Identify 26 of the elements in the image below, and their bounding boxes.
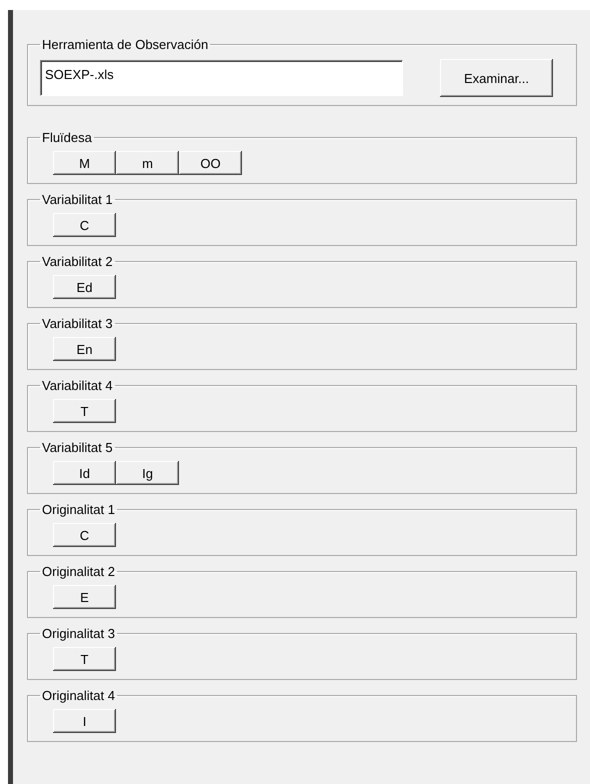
group-title: Originalitat 4 xyxy=(41,688,116,703)
code-button[interactable]: Id xyxy=(53,461,116,485)
group-title: Fluïdesa xyxy=(41,130,93,145)
group-title: Herramienta de Observación xyxy=(41,37,210,52)
code-button[interactable]: En xyxy=(53,337,116,361)
group-title: Variabilitat 4 xyxy=(41,378,114,393)
group-title: Originalitat 3 xyxy=(41,626,116,641)
code-button[interactable]: E xyxy=(53,585,116,609)
code-button[interactable]: C xyxy=(53,523,116,547)
code-button[interactable]: T xyxy=(53,647,116,671)
code-button[interactable]: I xyxy=(53,709,116,733)
group-title: Variabilitat 3 xyxy=(41,316,114,331)
group-title: Variabilitat 1 xyxy=(41,192,114,207)
code-button[interactable]: T xyxy=(53,399,116,423)
file-field[interactable]: SOEXP-.xls xyxy=(40,60,403,96)
code-button[interactable]: Ed xyxy=(53,275,116,299)
code-button[interactable]: OO xyxy=(179,151,242,175)
code-button[interactable]: Ig xyxy=(116,461,179,485)
code-button[interactable]: M xyxy=(53,151,116,175)
code-button[interactable]: m xyxy=(116,151,179,175)
group-title: Originalitat 1 xyxy=(41,502,116,517)
code-button[interactable]: C xyxy=(53,213,116,237)
browse-button[interactable]: Examinar... xyxy=(440,59,553,97)
group-title: Variabilitat 5 xyxy=(41,440,114,455)
group-title: Variabilitat 2 xyxy=(41,254,114,269)
group-title: Originalitat 2 xyxy=(41,564,116,579)
